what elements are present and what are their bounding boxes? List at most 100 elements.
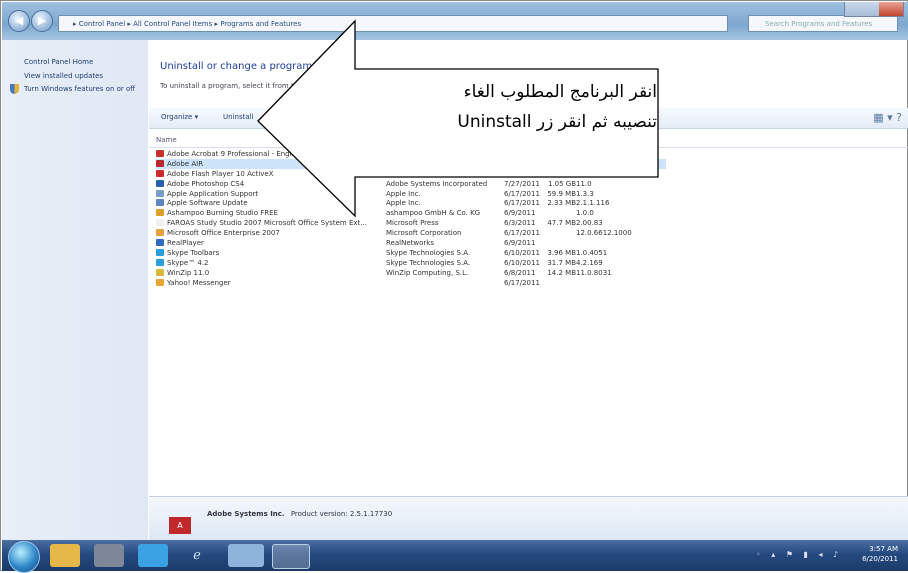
explorer-taskbar-icon[interactable] — [50, 544, 80, 567]
cell-size — [544, 158, 576, 169]
table-row[interactable]: FAROAS Study Studio 2007 Microsoft Offic… — [156, 218, 666, 228]
cell-date: 6/17/2011 — [504, 278, 544, 288]
cell-name: Yahoo! Messenger — [156, 278, 386, 288]
close-button[interactable] — [879, 2, 903, 16]
table-row[interactable]: Adobe Flash Player 10 ActiveX Adobe Syste… — [156, 169, 666, 179]
cell-name: Adobe AIR — [156, 158, 386, 169]
cell-text: Apple Inc. — [386, 199, 421, 208]
cell-text: Adobe Photoshop CS4 — [167, 179, 245, 188]
cell-version: 1.3.3 — [576, 189, 666, 199]
cell-text: RealNetworks — [386, 238, 434, 247]
table-row[interactable]: RealPlayer RealNetworks 6/9/2011 — [156, 238, 666, 248]
search-input[interactable]: Search Programs and Features — [748, 15, 898, 32]
address-bar[interactable]: ▸ Control Panel ▸ All Control Panel Item… — [58, 15, 728, 32]
program-icon — [156, 219, 164, 227]
table-row[interactable]: Skype Toolbars Skype Technologies S.A. 6/1… — [156, 248, 666, 258]
table-row[interactable]: Adobe AIR Adobe Systems Inc. 6/17/2011 2.5.… — [156, 158, 666, 169]
table-row[interactable]: Ashampoo Burning Studio FREE ashampoo Gmb… — [156, 208, 666, 218]
media-taskbar-icon[interactable] — [94, 544, 124, 567]
program-icon — [156, 189, 164, 197]
sidebar: Control Panel Home View installed update… — [2, 40, 148, 540]
cell-text: 2.00.83 — [576, 219, 603, 228]
tray-icons[interactable]: ◦ ▴ ⚑ ▮ ◂ ♪ — [756, 550, 842, 559]
view-options-icon[interactable]: ▦ ▾ ? — [873, 111, 902, 124]
cell-name: Skype Toolbars — [156, 248, 386, 258]
column-size[interactable]: Size — [585, 136, 599, 144]
table-row[interactable]: WinZip 11.0 WinZip Computing, S.L. 6/8/201… — [156, 268, 666, 278]
table-row[interactable]: Skype™ 4.2 Skype Technologies S.A. 6/10/20… — [156, 258, 666, 268]
back-button[interactable]: ◀ — [8, 10, 30, 32]
cell-date: 6/17/2011 — [504, 158, 544, 169]
cell-size: 14.2 MB — [544, 268, 576, 278]
cell-date: 6/17/2011 — [504, 149, 544, 159]
cell-publisher: Skype Technologies S.A. — [386, 248, 504, 258]
program-icon — [156, 159, 164, 167]
clock-time: 3:57 AM — [869, 545, 898, 553]
cell-size: 59.9 MB — [544, 189, 576, 199]
cell-text: Adobe Systems Inc. — [386, 159, 455, 168]
cell-date: 6/17/2011 — [504, 228, 544, 238]
table-row[interactable]: Apple Software Update Apple Inc. 6/17/2011… — [156, 198, 666, 208]
sidebar-item-control-panel-home[interactable]: Control Panel Home — [24, 58, 93, 66]
cell-text: Skype Toolbars — [167, 248, 220, 257]
skype-taskbar-icon[interactable] — [138, 544, 168, 567]
organize-button[interactable]: Organize ▾ — [161, 113, 198, 121]
cell-version: 2.5.1.17730 — [576, 158, 666, 169]
forward-button[interactable]: ▶ — [31, 10, 53, 32]
uninstall-button[interactable]: Uninstall — [223, 113, 254, 121]
cell-name: Adobe Flash Player 10 ActiveX — [156, 169, 386, 179]
cell-text: Skype™ 4.2 — [167, 258, 209, 267]
cell-text: 6/10/2011 — [504, 248, 540, 257]
column-installed-on[interactable]: Installed On — [504, 136, 546, 144]
start-button[interactable] — [8, 541, 40, 573]
cell-text: Adobe Flash Player 10 ActiveX — [167, 169, 274, 178]
control-panel-taskbar-icon[interactable] — [272, 544, 310, 569]
paint-taskbar-icon[interactable] — [228, 544, 264, 567]
cell-version: 1.0.0 — [576, 208, 666, 218]
cell-name: RealPlayer — [156, 238, 386, 248]
cell-size — [544, 278, 576, 288]
cell-publisher: Adobe Systems Inc. — [386, 158, 504, 169]
cell-size — [544, 208, 576, 218]
column-version[interactable]: Version — [629, 136, 655, 144]
column-publisher[interactable]: Publisher — [386, 136, 418, 144]
cell-name: Ashampoo Burning Studio FREE — [156, 208, 386, 218]
details-publisher: Adobe Systems Inc. — [207, 510, 285, 518]
cell-date: 7/27/2011 — [504, 179, 544, 189]
clock[interactable]: 3:57 AM 6/20/2011 — [862, 544, 898, 564]
cell-text: Microsoft Corporation — [386, 229, 462, 238]
cell-text: WinZip Computing, S.L. — [386, 268, 469, 277]
cell-size: 47.7 MB — [544, 218, 576, 228]
cell-size: 6.00 MB — [544, 169, 576, 179]
cell-version: 1.0.4051 — [576, 248, 666, 258]
cell-text: 6/8/2011 — [504, 268, 536, 277]
cell-text: Adobe Systems Incorporated — [386, 179, 488, 188]
cell-publisher: Skype Technologies S.A. — [386, 258, 504, 268]
cell-size: 31.7 MB — [544, 258, 576, 268]
table-row[interactable]: Yahoo! Messenger 6/17/2011 — [156, 278, 666, 288]
cell-text: 6/17/2011 — [504, 159, 540, 168]
cell-name: WinZip 11.0 — [156, 268, 386, 278]
sidebar-item-windows-features[interactable]: Turn Windows features on or off — [24, 85, 135, 93]
cell-text: 6/17/2011 — [504, 189, 540, 198]
program-icon — [156, 268, 164, 276]
table-row[interactable]: Microsoft Office Enterprise 2007 Microsof… — [156, 228, 666, 238]
sidebar-item-view-installed-updates[interactable]: View installed updates — [24, 72, 103, 80]
cell-text: Yahoo! Messenger — [167, 278, 231, 287]
ie-taskbar-icon[interactable]: ℯ — [182, 544, 212, 567]
program-list: Adobe Acrobat 9 Professional - English, … — [156, 149, 666, 287]
cell-text: 6/9/2011 — [504, 209, 536, 218]
column-name[interactable]: Name — [156, 136, 177, 144]
cell-text: 6/17/2011 — [504, 169, 540, 178]
cell-version: 10.1.102.64 — [576, 169, 666, 179]
program-icon — [156, 209, 164, 217]
program-icon — [156, 169, 164, 177]
table-row[interactable]: Adobe Acrobat 9 Professional - English, … — [156, 149, 666, 159]
cell-version: 2.00.83 — [576, 218, 666, 228]
cell-date: 6/17/2011 — [504, 189, 544, 199]
cell-publisher: Microsoft Press — [386, 218, 504, 228]
table-row[interactable]: Apple Application Support Apple Inc. 6/17/… — [156, 189, 666, 199]
cell-publisher — [386, 278, 504, 288]
cell-text: Skype Technologies S.A. — [386, 258, 471, 267]
table-row[interactable]: Adobe Photoshop CS4 Adobe Systems Incorpo… — [156, 179, 666, 189]
